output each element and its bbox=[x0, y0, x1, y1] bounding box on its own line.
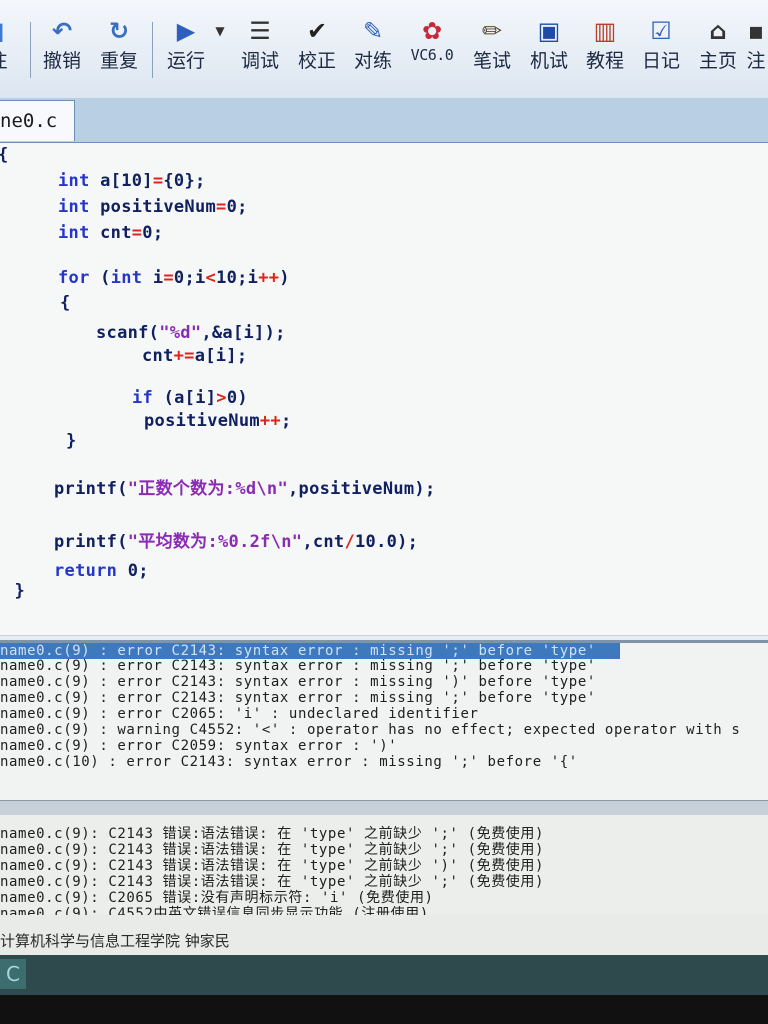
code-line: for (int i=0;i<10;i++) bbox=[58, 268, 290, 288]
hint-row[interactable]: name0.c(9): C4552中英文错误信息同步显示功能 (注册使用) bbox=[0, 903, 429, 915]
code-line: scanf("%d",&a[i]); bbox=[96, 323, 286, 343]
status-bar: 计算机科学与信息工程学院 钟家民 bbox=[0, 915, 768, 955]
code-line: printf("平均数为:%0.2f\n",cnt/10.0); bbox=[54, 532, 419, 552]
toolbar-separator bbox=[30, 22, 31, 78]
error-row[interactable]: name0.c(9) : error C2143: syntax error :… bbox=[0, 674, 596, 690]
debug-icon: ☰ bbox=[249, 17, 271, 45]
code-line: if (a[i]>0) bbox=[132, 388, 248, 408]
code-line: } bbox=[66, 431, 77, 451]
register-button[interactable]: ▪ 注 bbox=[744, 16, 768, 86]
code-editor[interactable]: { int a[10]={0}; int positiveNum=0; int … bbox=[0, 143, 768, 636]
vc6-button[interactable]: ✿ VC6.0 bbox=[404, 16, 460, 86]
code-line: printf("正数个数为:%d\n",positiveNum); bbox=[54, 479, 436, 499]
toolbar: ▮ 注 ↶ 撤销 ↻ 重复 ▶ 运行 ▼ ☰ 调试 ✔ 校正 ✎ 对练 ✿ VC… bbox=[0, 0, 768, 100]
books-icon: ▥ bbox=[593, 17, 617, 45]
practice-icon: ✎ bbox=[362, 17, 384, 45]
pen-icon: ✏ bbox=[481, 17, 503, 45]
vc6-icon: ✿ bbox=[421, 17, 443, 45]
toolbar-separator bbox=[152, 22, 153, 78]
computer-test-icon: ▣ bbox=[537, 17, 561, 45]
code-line: { bbox=[0, 145, 9, 165]
undo-button[interactable]: ↶ 撤销 bbox=[34, 16, 90, 86]
redo-button[interactable]: ↻ 重复 bbox=[91, 16, 147, 86]
error-row[interactable]: name0.c(9) : error C2065: 'i' : undeclar… bbox=[0, 706, 479, 722]
monitor-bezel bbox=[0, 995, 768, 1024]
practice-button[interactable]: ✎ 对练 bbox=[345, 16, 401, 86]
check-icon: ✔ bbox=[306, 17, 328, 45]
error-row[interactable]: name0.c(9) : error C2143: syntax error :… bbox=[0, 690, 596, 706]
code-line: return 0; bbox=[54, 561, 149, 581]
tutorial-button[interactable]: ▥ 教程 bbox=[577, 16, 633, 86]
status-text: 计算机科学与信息工程学院 钟家民 bbox=[0, 932, 230, 950]
error-row[interactable]: name0.c(9) : error C2059: syntax error :… bbox=[0, 738, 397, 754]
error-row[interactable]: name0.c(9) : warning C4552: '<' : operat… bbox=[0, 722, 740, 738]
panel-splitter[interactable] bbox=[0, 800, 768, 816]
error-row[interactable]: name0.c(9) : error C2143: syntax error :… bbox=[0, 658, 596, 674]
note-button[interactable]: ▮ 注 bbox=[0, 16, 26, 86]
taskbar: C bbox=[0, 955, 768, 995]
check-button[interactable]: ✔ 校正 bbox=[289, 16, 345, 86]
note-icon: ▮ bbox=[0, 16, 26, 46]
debug-button[interactable]: ☰ 调试 bbox=[232, 16, 288, 86]
error-hint-panel[interactable]: name0.c(9): C2143 错误:语法错误: 在 'type' 之前缺少… bbox=[0, 815, 768, 915]
error-row[interactable]: name0.c(10) : error C2143: syntax error … bbox=[0, 754, 578, 770]
computer-test-button[interactable]: ▣ 机试 bbox=[521, 16, 577, 86]
code-line: cnt+=a[i]; bbox=[142, 346, 248, 366]
diary-icon: ☑ bbox=[650, 17, 672, 45]
diary-button[interactable]: ☑ 日记 bbox=[633, 16, 689, 86]
run-dropdown[interactable]: ▼ bbox=[210, 16, 230, 86]
app-taskbar-icon[interactable]: C bbox=[0, 959, 26, 989]
redo-icon: ↻ bbox=[108, 17, 130, 45]
code-line: positiveNum++; bbox=[144, 411, 292, 431]
error-row[interactable]: name0.c(9) : error C2143: syntax error :… bbox=[0, 643, 620, 659]
code-line: int a[10]={0}; bbox=[58, 171, 206, 191]
code-line: } bbox=[4, 581, 26, 601]
tab-file[interactable]: ne0.c bbox=[0, 100, 75, 141]
code-line: { bbox=[60, 293, 71, 313]
home-button[interactable]: ⌂ 主页 bbox=[690, 16, 746, 86]
code-line: int cnt=0; bbox=[58, 223, 164, 243]
code-line: int positiveNum=0; bbox=[58, 197, 248, 217]
chevron-down-icon: ▼ bbox=[215, 24, 225, 38]
tab-bar: ne0.c bbox=[0, 98, 768, 143]
compiler-output-panel[interactable]: name0.c(9) : error C2143: syntax error :… bbox=[0, 640, 768, 803]
home-icon: ⌂ bbox=[709, 17, 727, 45]
run-button[interactable]: ▶ 运行 bbox=[158, 16, 214, 86]
register-icon: ▪ bbox=[747, 17, 765, 45]
run-icon: ▶ bbox=[176, 17, 196, 45]
pen-test-button[interactable]: ✏ 笔试 bbox=[464, 16, 520, 86]
undo-icon: ↶ bbox=[51, 17, 73, 45]
